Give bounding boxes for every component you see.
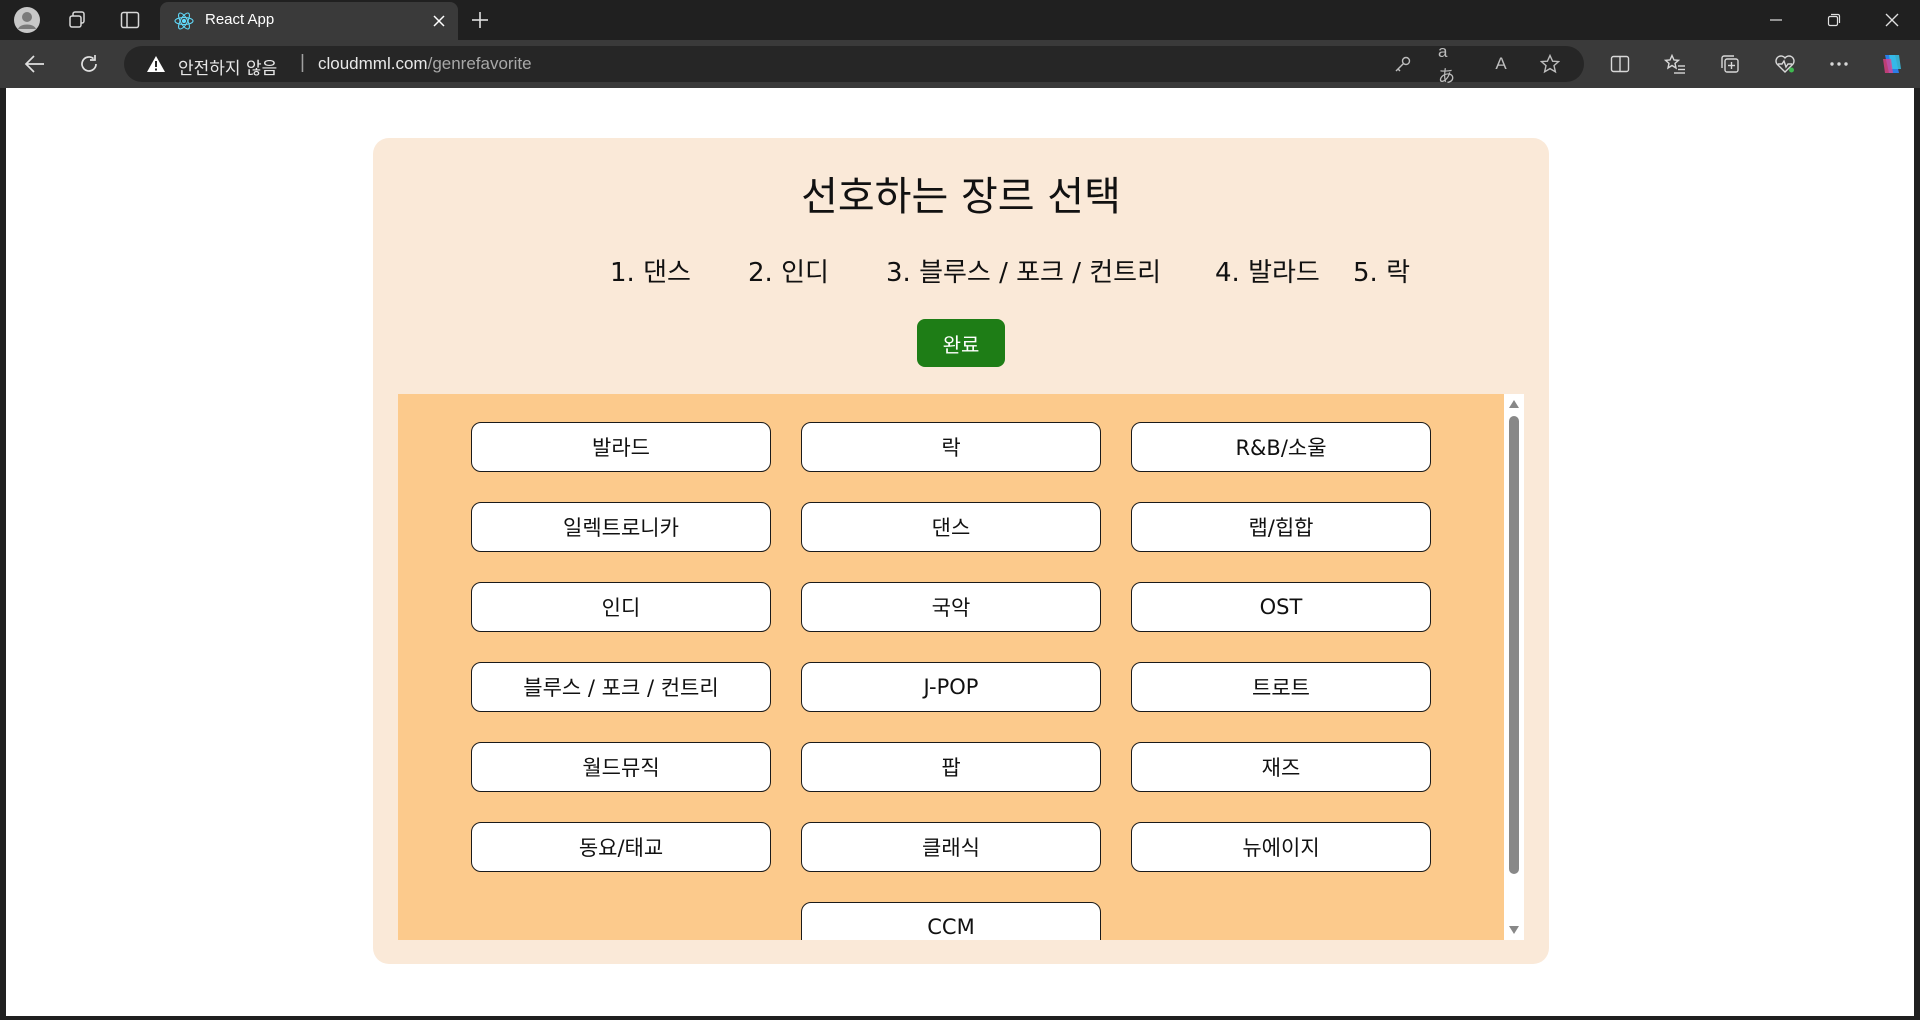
- security-label[interactable]: 안전하지 않음: [178, 54, 277, 79]
- tab-bar: React App: [0, 0, 1920, 40]
- read-aloud-icon[interactable]: A: [1488, 52, 1514, 76]
- key-icon[interactable]: [1390, 52, 1416, 76]
- back-arrow-icon[interactable]: [20, 50, 50, 78]
- genre-button[interactable]: CCM: [801, 902, 1101, 940]
- genre-selection-card: 선호하는 장르 선택 1. 댄스 2. 인디 3. 블루스 / 포크 / 컨트리…: [373, 138, 1549, 964]
- minimize-icon[interactable]: [1748, 0, 1804, 40]
- genre-button[interactable]: 국악: [801, 582, 1101, 632]
- selected-genre-item: 2. 인디: [748, 258, 829, 288]
- genre-button[interactable]: 일렉트로니카: [471, 502, 771, 552]
- workspaces-icon[interactable]: [63, 6, 91, 34]
- favorites-icon[interactable]: [1660, 50, 1690, 78]
- address-separator: |: [300, 52, 305, 73]
- selected-genre-item: 5. 락: [1353, 258, 1410, 288]
- refresh-icon[interactable]: [74, 50, 104, 78]
- split-screen-icon[interactable]: [1605, 50, 1635, 78]
- selected-genre-item: 4. 발라드: [1215, 258, 1320, 288]
- genre-button[interactable]: 발라드: [471, 422, 771, 472]
- genre-button[interactable]: 월드뮤직: [471, 742, 771, 792]
- selected-genre-item: 1. 댄스: [610, 258, 691, 288]
- close-window-icon[interactable]: [1864, 0, 1920, 40]
- scroll-up-arrow-icon[interactable]: [1508, 399, 1520, 409]
- url-text[interactable]: cloudmml.com/genrefavorite: [318, 54, 532, 74]
- genre-button[interactable]: 팝: [801, 742, 1101, 792]
- genre-button[interactable]: J-POP: [801, 662, 1101, 712]
- genre-button[interactable]: 클래식: [801, 822, 1101, 872]
- genre-button[interactable]: 랩/힙합: [1131, 502, 1431, 552]
- new-tab-icon[interactable]: [466, 6, 494, 34]
- page-title: 선호하는 장르 선택: [801, 174, 1121, 220]
- scrollbar-thumb[interactable]: [1509, 416, 1519, 874]
- genre-button[interactable]: 인디: [471, 582, 771, 632]
- copilot-icon[interactable]: [1877, 50, 1907, 78]
- genre-button[interactable]: R&B/소울: [1131, 422, 1431, 472]
- navigation-bar: 안전하지 않음 | cloudmml.com/genrefavorite aあ …: [0, 40, 1920, 88]
- selected-genres-list: 1. 댄스 2. 인디 3. 블루스 / 포크 / 컨트리 4. 발라드 5. …: [373, 252, 1549, 288]
- genre-button[interactable]: OST: [1131, 582, 1431, 632]
- genre-button[interactable]: 블루스 / 포크 / 컨트리: [471, 662, 771, 712]
- selected-genre-item: 3. 블루스 / 포크 / 컨트리: [886, 258, 1162, 288]
- browser-essentials-icon[interactable]: [1770, 50, 1800, 78]
- genre-options-panel: 발라드 락 R&B/소울 일렉트로니카 댄스 랩/힙합 인디 국악 OST 블루…: [398, 394, 1504, 940]
- translate-icon[interactable]: aあ: [1438, 42, 1464, 86]
- genre-button[interactable]: 재즈: [1131, 742, 1431, 792]
- restore-icon[interactable]: [1806, 0, 1862, 40]
- genre-button[interactable]: 락: [801, 422, 1101, 472]
- genre-button[interactable]: 뉴에이지: [1131, 822, 1431, 872]
- more-options-icon[interactable]: [1824, 50, 1854, 78]
- close-tab-icon[interactable]: [428, 10, 450, 32]
- genre-button[interactable]: 댄스: [801, 502, 1101, 552]
- warning-icon[interactable]: [146, 55, 166, 73]
- react-logo-icon: [174, 11, 194, 31]
- collections-icon[interactable]: [1715, 50, 1745, 78]
- scroll-down-arrow-icon[interactable]: [1508, 925, 1520, 935]
- favorite-star-icon[interactable]: [1537, 52, 1563, 76]
- address-bar[interactable]: 안전하지 않음 | cloudmml.com/genrefavorite aあ …: [124, 42, 1584, 86]
- genre-button[interactable]: 트로트: [1131, 662, 1431, 712]
- tab-title: React App: [205, 11, 275, 28]
- genre-button[interactable]: 동요/태교: [471, 822, 771, 872]
- page-viewport: 선호하는 장르 선택 1. 댄스 2. 인디 3. 블루스 / 포크 / 컨트리…: [6, 88, 1914, 1016]
- profile-avatar-icon[interactable]: [13, 6, 41, 34]
- genre-panel-scrollbar[interactable]: [1504, 394, 1524, 940]
- tab-actions-icon[interactable]: [116, 6, 144, 34]
- done-button[interactable]: 완료: [917, 319, 1005, 367]
- tab-react-app[interactable]: React App: [160, 2, 458, 40]
